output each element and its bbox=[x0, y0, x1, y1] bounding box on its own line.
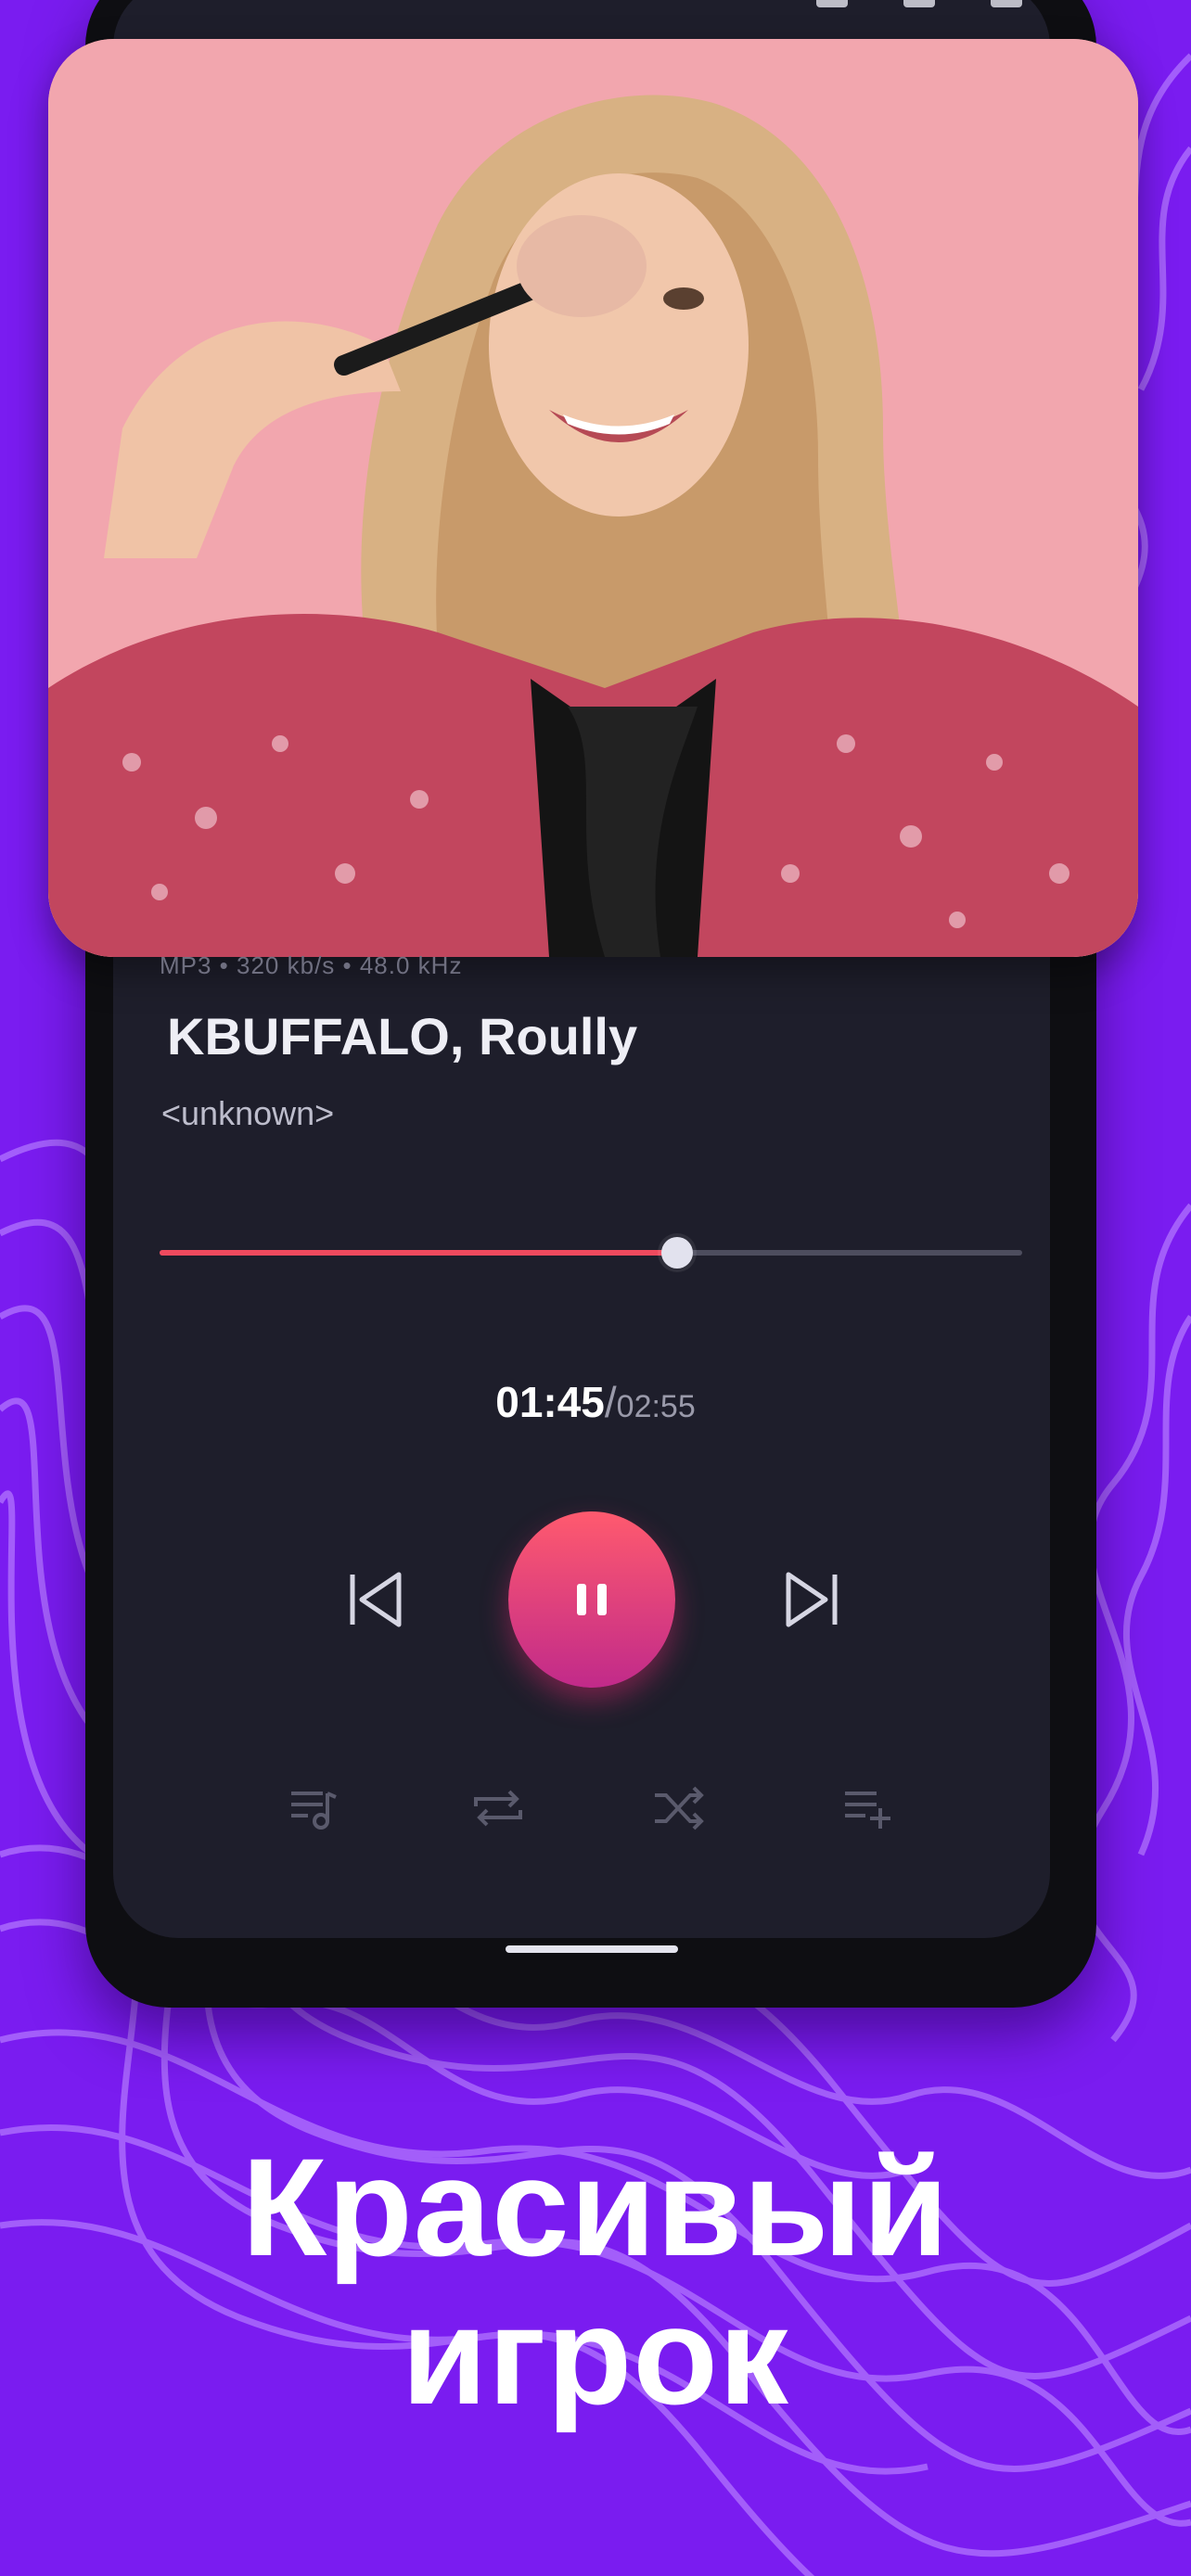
previous-button[interactable] bbox=[334, 1558, 417, 1641]
album-cover-art bbox=[48, 39, 1138, 957]
status-icon bbox=[816, 0, 848, 7]
seek-bar-progress bbox=[160, 1250, 677, 1256]
skip-previous-icon bbox=[350, 1572, 402, 1627]
repeat-icon bbox=[474, 1790, 522, 1827]
seek-bar[interactable] bbox=[160, 1237, 1022, 1269]
next-button[interactable] bbox=[770, 1558, 853, 1641]
playback-time: 01:45/02:55 bbox=[0, 1377, 1191, 1427]
shuffle-button[interactable] bbox=[647, 1776, 711, 1841]
playlist-add-icon bbox=[845, 1792, 890, 1829]
status-icon bbox=[903, 0, 935, 7]
queue-music-icon bbox=[291, 1792, 337, 1830]
shuffle-icon bbox=[655, 1786, 704, 1830]
status-icon bbox=[991, 0, 1022, 7]
promo-headline: Красивый игрок bbox=[0, 2133, 1191, 2429]
repeat-button[interactable] bbox=[466, 1776, 531, 1841]
seek-bar-thumb[interactable] bbox=[661, 1237, 693, 1269]
promo-headline-line2: игрок bbox=[401, 2277, 789, 2433]
promo-headline-line1: Красивый bbox=[241, 2129, 950, 2285]
add-to-playlist-button[interactable] bbox=[835, 1776, 900, 1841]
skip-next-icon bbox=[786, 1572, 838, 1627]
song-title: KBUFFALO, Roully bbox=[167, 1007, 638, 1065]
current-time: 01:45 bbox=[495, 1378, 605, 1426]
home-indicator[interactable] bbox=[506, 1945, 678, 1953]
pause-icon bbox=[571, 1584, 612, 1615]
total-time: 02:55 bbox=[616, 1389, 696, 1424]
play-pause-button[interactable] bbox=[508, 1511, 675, 1688]
artist-name: <unknown> bbox=[161, 1094, 335, 1132]
queue-button[interactable] bbox=[281, 1776, 346, 1841]
status-bar-icons bbox=[761, 0, 1022, 28]
time-separator: / bbox=[604, 1378, 617, 1426]
audio-format-info: MP3 • 320 kb/s • 48.0 kHz bbox=[160, 951, 463, 979]
